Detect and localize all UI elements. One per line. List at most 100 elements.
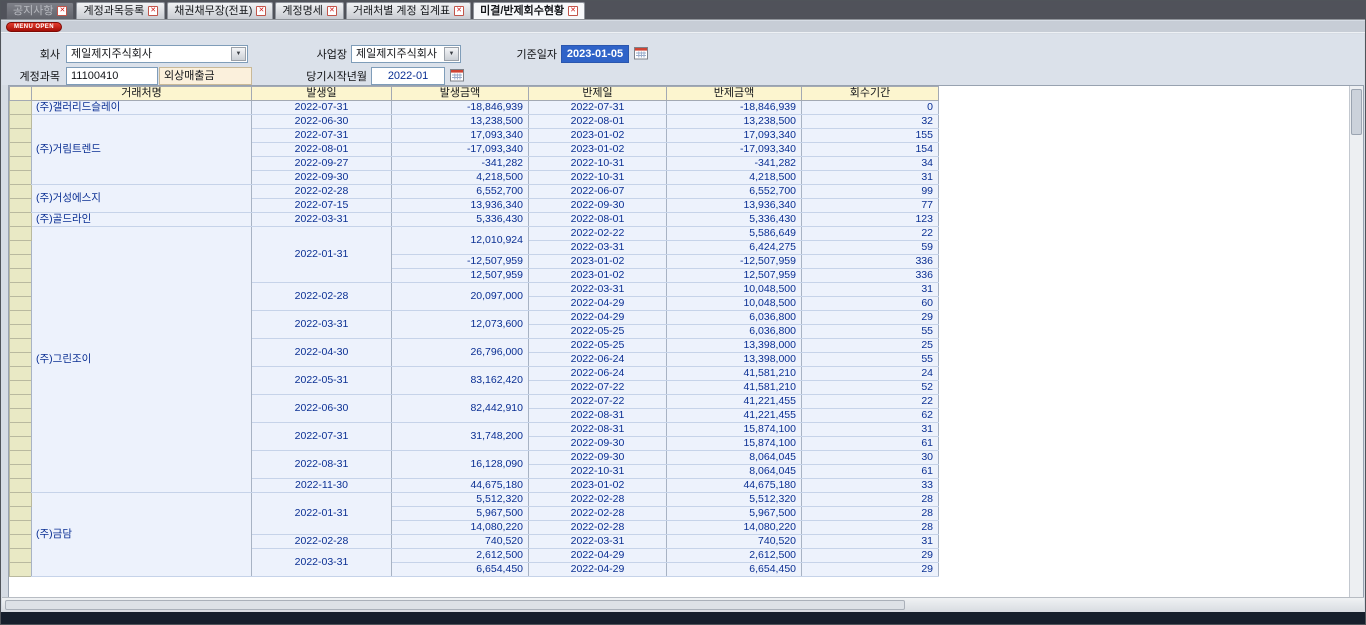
- collection-days-cell[interactable]: 29: [802, 549, 939, 563]
- settlement-date-cell[interactable]: 2022-10-31: [529, 157, 667, 171]
- collection-days-cell[interactable]: 30: [802, 451, 939, 465]
- account-code-input[interactable]: 11100410: [66, 67, 158, 85]
- table-row[interactable]: (주)골드라인2022-03-315,336,4302022-08-015,33…: [10, 213, 939, 227]
- settlement-date-cell[interactable]: 2023-01-02: [529, 129, 667, 143]
- row-selector[interactable]: [10, 409, 32, 423]
- collection-days-cell[interactable]: 31: [802, 423, 939, 437]
- collection-days-cell[interactable]: 31: [802, 171, 939, 185]
- tab-close-icon[interactable]: ✕: [256, 6, 266, 16]
- table-row[interactable]: (주)거성에스지2022-02-286,552,7002022-06-076,5…: [10, 185, 939, 199]
- collection-days-cell[interactable]: 28: [802, 507, 939, 521]
- row-selector[interactable]: [10, 521, 32, 535]
- settlement-amount-cell[interactable]: 6,552,700: [667, 185, 802, 199]
- occurrence-amount-cell[interactable]: 2,612,500: [392, 549, 529, 563]
- row-selector[interactable]: [10, 353, 32, 367]
- customer-name-cell[interactable]: (주)골드라인: [32, 213, 252, 227]
- tab-open-settlement-status[interactable]: 미결/반제회수현황 ✕: [473, 2, 585, 19]
- settlement-amount-cell[interactable]: 10,048,500: [667, 283, 802, 297]
- period-start-input[interactable]: 2022-01: [371, 67, 445, 85]
- occurrence-date-cell[interactable]: 2022-08-01: [252, 143, 392, 157]
- row-selector[interactable]: [10, 465, 32, 479]
- occurrence-date-cell[interactable]: 2022-02-28: [252, 283, 392, 311]
- tab-close-icon[interactable]: ✕: [148, 6, 158, 16]
- customer-name-cell[interactable]: (주)그린조이: [32, 227, 252, 493]
- settlement-amount-cell[interactable]: -341,282: [667, 157, 802, 171]
- settlement-amount-cell[interactable]: 6,036,800: [667, 325, 802, 339]
- settlement-amount-cell[interactable]: 5,967,500: [667, 507, 802, 521]
- settlement-amount-cell[interactable]: 44,675,180: [667, 479, 802, 493]
- settlement-amount-cell[interactable]: 5,586,649: [667, 227, 802, 241]
- settlement-date-cell[interactable]: 2022-09-30: [529, 451, 667, 465]
- settlement-amount-cell[interactable]: 13,238,500: [667, 115, 802, 129]
- settlement-date-cell[interactable]: 2022-07-22: [529, 395, 667, 409]
- table-row[interactable]: (주)그린조이2022-01-3112,010,9242022-02-225,5…: [10, 227, 939, 241]
- settlement-date-cell[interactable]: 2022-08-01: [529, 213, 667, 227]
- row-selector[interactable]: [10, 129, 32, 143]
- occurrence-date-cell[interactable]: 2022-03-31: [252, 213, 392, 227]
- settlement-amount-cell[interactable]: 5,512,320: [667, 493, 802, 507]
- col-header-occurrence-amount[interactable]: 발생금액: [392, 87, 529, 101]
- vertical-scrollbar-thumb[interactable]: [1351, 89, 1362, 135]
- settlement-date-cell[interactable]: 2022-06-24: [529, 367, 667, 381]
- row-selector[interactable]: [10, 213, 32, 227]
- collection-days-cell[interactable]: 34: [802, 157, 939, 171]
- settlement-amount-cell[interactable]: 740,520: [667, 535, 802, 549]
- row-selector[interactable]: [10, 199, 32, 213]
- settlement-date-cell[interactable]: 2022-05-25: [529, 339, 667, 353]
- settlement-amount-cell[interactable]: 15,874,100: [667, 437, 802, 451]
- occurrence-amount-cell[interactable]: 740,520: [392, 535, 529, 549]
- occurrence-amount-cell[interactable]: -12,507,959: [392, 255, 529, 269]
- collection-days-cell[interactable]: 60: [802, 297, 939, 311]
- settlement-date-cell[interactable]: 2022-04-29: [529, 297, 667, 311]
- collection-days-cell[interactable]: 336: [802, 269, 939, 283]
- occurrence-amount-cell[interactable]: 4,218,500: [392, 171, 529, 185]
- col-header-settlement-date[interactable]: 반제일: [529, 87, 667, 101]
- occurrence-amount-cell[interactable]: 13,238,500: [392, 115, 529, 129]
- row-selector[interactable]: [10, 535, 32, 549]
- collection-days-cell[interactable]: 55: [802, 325, 939, 339]
- occurrence-amount-cell[interactable]: 5,336,430: [392, 213, 529, 227]
- row-selector[interactable]: [10, 157, 32, 171]
- settlement-date-cell[interactable]: 2022-05-25: [529, 325, 667, 339]
- tab-notice[interactable]: 공지사항 ✕: [6, 2, 74, 19]
- occurrence-amount-cell[interactable]: 6,654,450: [392, 563, 529, 577]
- settlement-amount-cell[interactable]: 8,064,045: [667, 451, 802, 465]
- base-date-input[interactable]: 2023-01-05: [561, 45, 629, 63]
- calendar-icon[interactable]: [449, 68, 465, 84]
- occurrence-amount-cell[interactable]: -18,846,939: [392, 101, 529, 115]
- col-header-collection-days[interactable]: 회수기간: [802, 87, 939, 101]
- occurrence-amount-cell[interactable]: 83,162,420: [392, 367, 529, 395]
- horizontal-scrollbar-thumb[interactable]: [5, 600, 905, 610]
- row-selector[interactable]: [10, 395, 32, 409]
- settlement-amount-cell[interactable]: 41,221,455: [667, 395, 802, 409]
- horizontal-scrollbar[interactable]: [2, 597, 1364, 612]
- table-row[interactable]: (주)갤러리드슬레이2022-07-31-18,846,9392022-07-3…: [10, 101, 939, 115]
- settlement-amount-cell[interactable]: 6,654,450: [667, 563, 802, 577]
- settlement-date-cell[interactable]: 2023-01-02: [529, 479, 667, 493]
- occurrence-date-cell[interactable]: 2022-08-31: [252, 451, 392, 479]
- occurrence-date-cell[interactable]: 2022-09-30: [252, 171, 392, 185]
- settlement-date-cell[interactable]: 2022-04-29: [529, 563, 667, 577]
- calendar-icon[interactable]: [633, 46, 649, 62]
- occurrence-amount-cell[interactable]: 12,073,600: [392, 311, 529, 339]
- occurrence-amount-cell[interactable]: -17,093,340: [392, 143, 529, 157]
- row-selector[interactable]: [10, 101, 32, 115]
- settlement-date-cell[interactable]: 2022-07-31: [529, 101, 667, 115]
- settlement-amount-cell[interactable]: 8,064,045: [667, 465, 802, 479]
- occurrence-amount-cell[interactable]: 6,552,700: [392, 185, 529, 199]
- collection-days-cell[interactable]: 29: [802, 311, 939, 325]
- collection-days-cell[interactable]: 62: [802, 409, 939, 423]
- occurrence-date-cell[interactable]: 2022-01-31: [252, 227, 392, 283]
- settlement-amount-cell[interactable]: -12,507,959: [667, 255, 802, 269]
- settlement-date-cell[interactable]: 2022-07-22: [529, 381, 667, 395]
- settlement-amount-cell[interactable]: 41,221,455: [667, 409, 802, 423]
- settlement-date-cell[interactable]: 2022-04-29: [529, 311, 667, 325]
- collection-days-cell[interactable]: 55: [802, 353, 939, 367]
- dropdown-arrow-icon[interactable]: ▼: [444, 47, 459, 61]
- tab-customer-account-summary[interactable]: 거래처별 계정 집계표 ✕: [346, 2, 471, 19]
- settlement-date-cell[interactable]: 2022-09-30: [529, 199, 667, 213]
- table-row[interactable]: (주)금담2022-01-315,512,3202022-02-285,512,…: [10, 493, 939, 507]
- collection-days-cell[interactable]: 52: [802, 381, 939, 395]
- occurrence-date-cell[interactable]: 2022-04-30: [252, 339, 392, 367]
- collection-days-cell[interactable]: 154: [802, 143, 939, 157]
